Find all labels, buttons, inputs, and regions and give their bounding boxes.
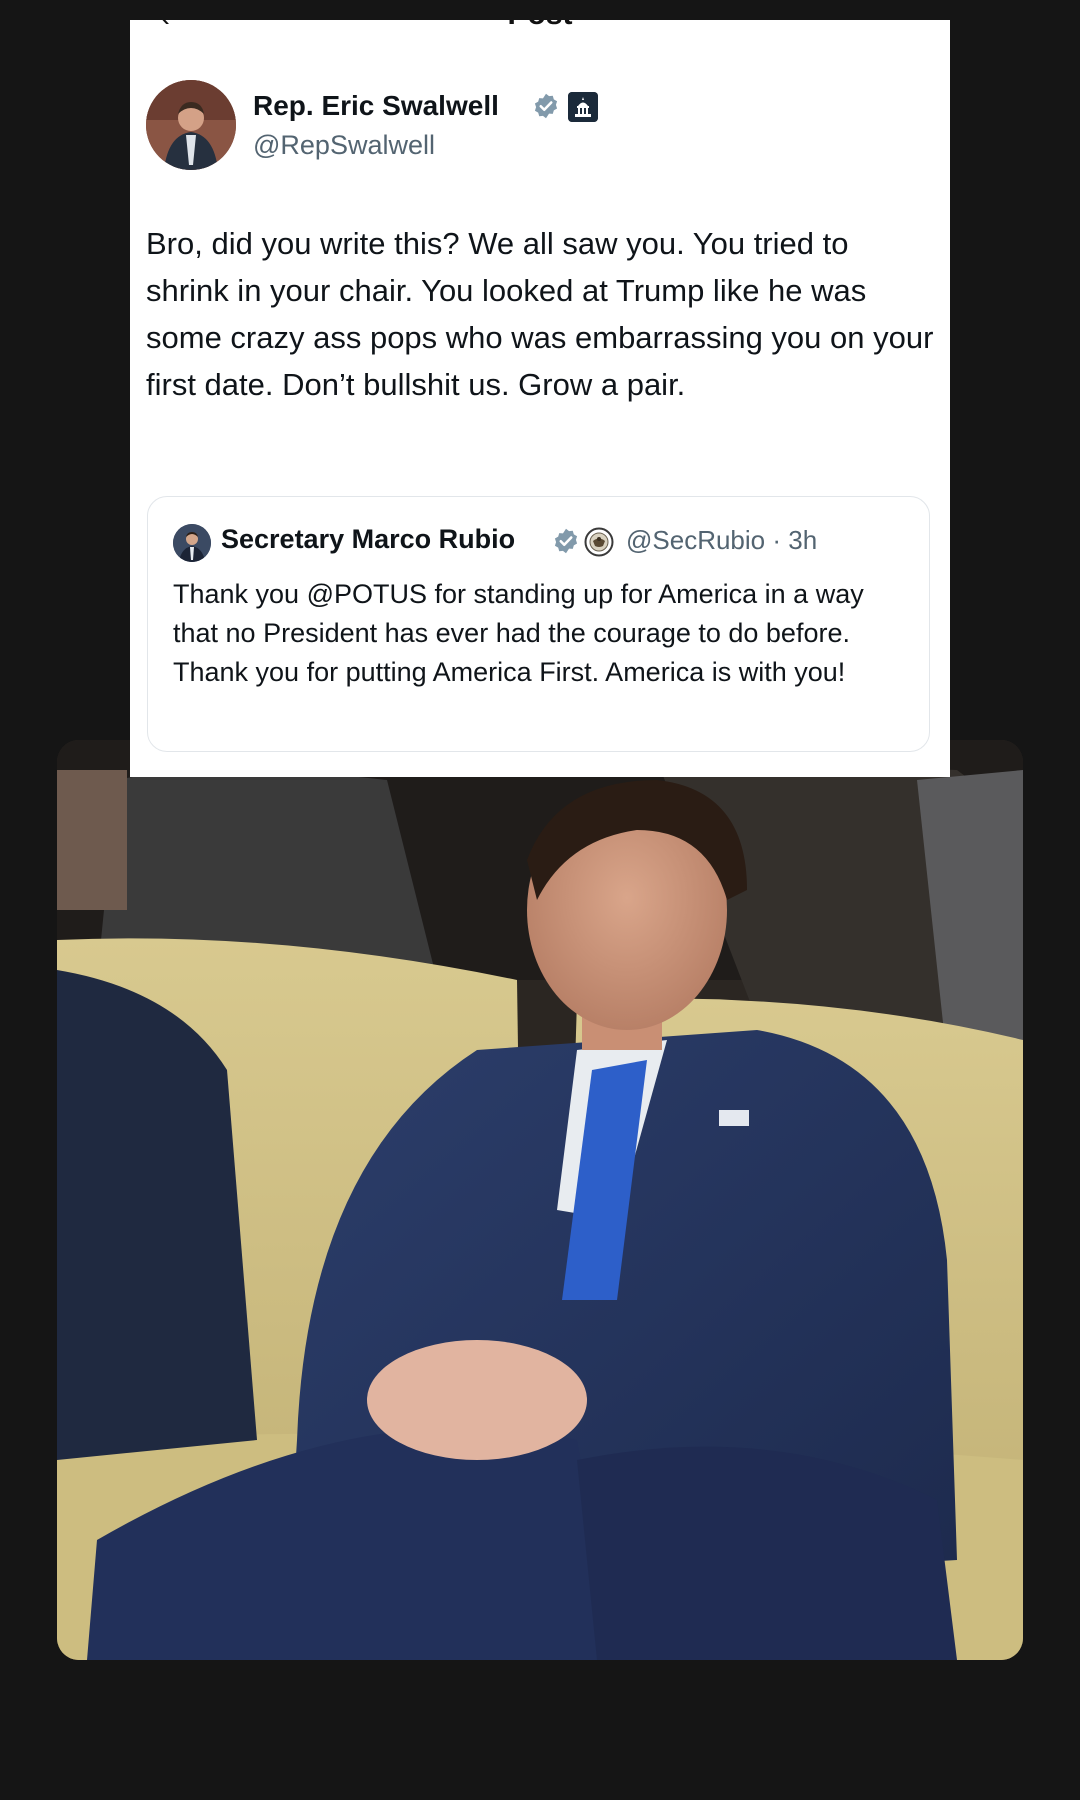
author-name[interactable]: Rep. Eric Swalwell bbox=[253, 90, 499, 122]
quoted-author-handle[interactable]: @SecRubio bbox=[626, 525, 765, 555]
government-capitol-badge-icon bbox=[568, 92, 598, 122]
quoted-author-meta[interactable]: @SecRubio · 3h bbox=[626, 525, 817, 556]
quoted-post-time[interactable]: 3h bbox=[788, 525, 817, 555]
state-department-seal-icon bbox=[584, 527, 614, 557]
quoted-author-avatar-image bbox=[173, 524, 211, 562]
author-row: Rep. Eric Swalwell @RepSwalwell bbox=[146, 80, 926, 176]
verified-badge-icon bbox=[554, 528, 578, 554]
author-handle[interactable]: @RepSwalwell bbox=[253, 130, 435, 161]
page-title: Post bbox=[130, 20, 950, 30]
author-avatar[interactable] bbox=[146, 80, 236, 170]
quoted-post-text: Thank you @POTUS for standing up for Ame… bbox=[173, 579, 864, 687]
quoted-author-avatar[interactable] bbox=[173, 524, 211, 562]
post-header: ‹ Post bbox=[130, 20, 950, 32]
verified-badge-icon bbox=[534, 93, 558, 119]
attached-photo[interactable] bbox=[57, 740, 1023, 1660]
quoted-author-name[interactable]: Secretary Marco Rubio bbox=[221, 524, 515, 555]
quoted-post[interactable]: Secretary Marco Rubio @SecRubio · 3h Tha… bbox=[147, 496, 930, 752]
seated-man-photo bbox=[57, 740, 1023, 1660]
meta-separator: · bbox=[772, 525, 782, 555]
screen: ‹ Post Rep. Eric Swalwell bbox=[0, 0, 1080, 1800]
post-screenshot-card: ‹ Post Rep. Eric Swalwell bbox=[130, 20, 950, 777]
author-avatar-image bbox=[146, 80, 236, 170]
post-text: Bro, did you write this? We all saw you.… bbox=[146, 226, 934, 402]
